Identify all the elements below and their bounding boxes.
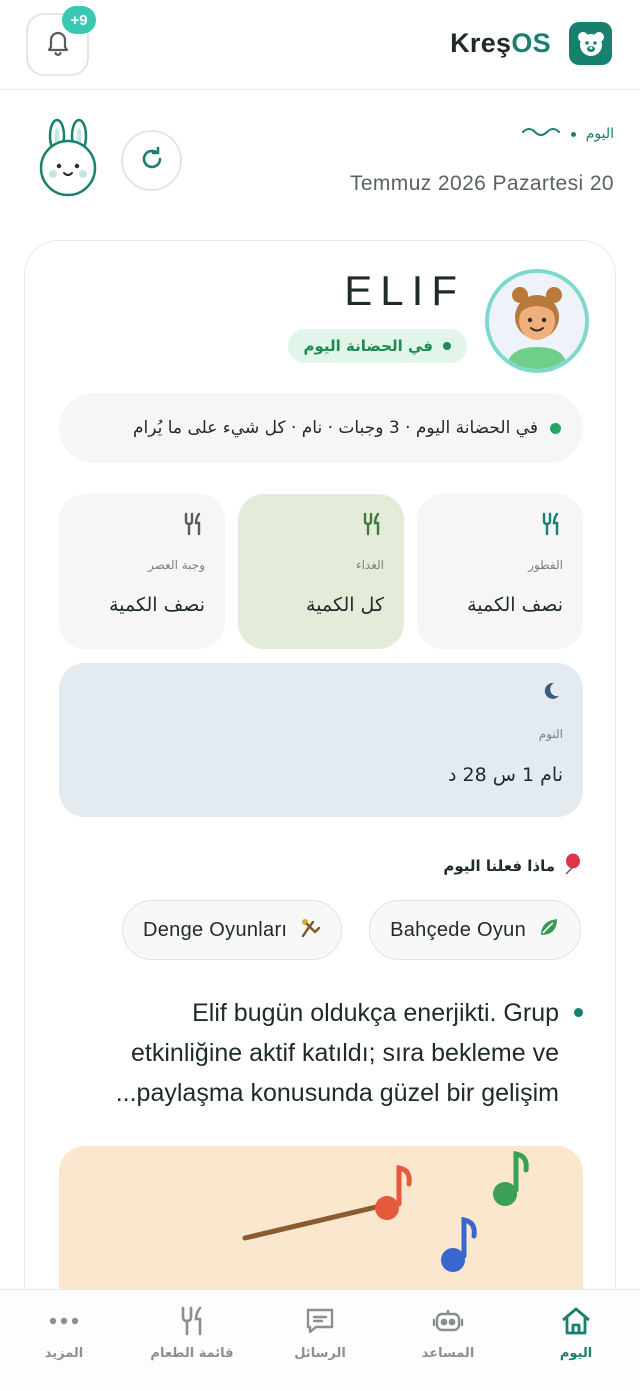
fork-knife-icon bbox=[183, 512, 203, 540]
summary-dot bbox=[550, 422, 561, 434]
meal-label: الفطور bbox=[528, 558, 563, 572]
activity-chip[interactable]: Denge Oyunları bbox=[122, 900, 343, 960]
meal-value: نصف الكمية bbox=[109, 594, 205, 616]
moon-icon bbox=[541, 681, 561, 705]
nav-item-assistant[interactable]: المساعد bbox=[384, 1290, 512, 1391]
child-summary-card: ELIF في الحضانة اليوم في الحضانة اليوم ·… bbox=[24, 240, 616, 1391]
bottom-nav: المزيد قائمة الطعام الرسائل المساعد اليو… bbox=[0, 1289, 640, 1391]
nav-item-messages[interactable]: الرسائل bbox=[256, 1290, 384, 1391]
nav-label: المزيد bbox=[44, 1346, 84, 1361]
activities-title: ماذا فعلنا اليوم bbox=[443, 853, 581, 879]
app-title: KreşOS bbox=[450, 28, 551, 58]
sleep-card[interactable]: النوم نام 1 س 28 د bbox=[59, 663, 583, 817]
top-bar: +9 KreşOS bbox=[0, 0, 640, 90]
fork-knife-icon bbox=[180, 1304, 204, 1338]
refresh-icon bbox=[138, 145, 166, 177]
status-dot bbox=[443, 342, 451, 350]
meal-card-breakfast[interactable]: الفطور نصف الكمية bbox=[417, 494, 583, 649]
fork-knife-icon bbox=[362, 512, 382, 540]
meal-label: الغداء bbox=[355, 558, 384, 572]
notification-count-badge: +9 bbox=[62, 6, 96, 34]
home-icon bbox=[560, 1304, 592, 1338]
refresh-button[interactable] bbox=[121, 130, 182, 191]
day-summary: في الحضانة اليوم · 3 وجبات · نام · كل شي… bbox=[59, 393, 583, 463]
cartwheel-icon bbox=[299, 916, 321, 944]
nav-item-menu[interactable]: قائمة الطعام bbox=[128, 1290, 256, 1391]
fork-knife-icon bbox=[541, 512, 561, 540]
child-avatar bbox=[485, 269, 589, 373]
today-label: اليوم bbox=[585, 126, 614, 142]
meal-card-snack[interactable]: وجبة العصر نصف الكمية bbox=[59, 494, 225, 649]
brand: KreşOS bbox=[450, 22, 612, 65]
activities-title-text: ماذا فعلنا اليوم bbox=[443, 857, 555, 875]
separator-dot bbox=[570, 131, 576, 137]
balloon-icon bbox=[563, 853, 581, 879]
meal-card-lunch[interactable]: الغداء كل الكمية bbox=[238, 494, 404, 649]
robot-icon bbox=[432, 1304, 464, 1338]
nav-item-today[interactable]: اليوم bbox=[512, 1290, 640, 1391]
teacher-note-text: Elif bugün oldukça enerjikti. Grup etkin… bbox=[115, 999, 559, 1107]
leaf-icon bbox=[538, 916, 560, 944]
meal-label: وجبة العصر bbox=[148, 558, 205, 572]
child-name: ELIF bbox=[344, 267, 465, 314]
nav-label: قائمة الطعام bbox=[150, 1346, 234, 1361]
summary-text: في الحضانة اليوم · 3 وجبات · نام · كل شي… bbox=[132, 418, 538, 438]
current-date: Temmuz 2026 Pazartesi 20 bbox=[349, 172, 614, 195]
note-dot bbox=[574, 1008, 583, 1017]
today-label-row: اليوم bbox=[521, 126, 614, 142]
more-dots-icon bbox=[48, 1304, 80, 1338]
nav-label: اليوم bbox=[559, 1346, 593, 1361]
meal-value: كل الكمية bbox=[306, 594, 384, 616]
status-badge: في الحضانة اليوم bbox=[287, 329, 467, 363]
nav-item-more[interactable]: المزيد bbox=[0, 1290, 128, 1391]
sleep-label: النوم bbox=[538, 727, 563, 741]
activity-chip-label: Bahçede Oyun bbox=[390, 918, 526, 941]
activity-chip-label: Denge Oyunları bbox=[143, 918, 288, 941]
teacher-note: Elif bugün oldukça enerjikti. Grup etkin… bbox=[75, 993, 583, 1113]
activity-chip[interactable]: Bahçede Oyun bbox=[369, 900, 581, 960]
message-icon bbox=[305, 1304, 335, 1338]
nav-label: الرسائل bbox=[294, 1346, 346, 1361]
nav-label: المساعد bbox=[421, 1346, 475, 1361]
bell-icon bbox=[45, 29, 71, 61]
meal-value: نصف الكمية bbox=[467, 594, 563, 616]
bear-logo-icon bbox=[569, 22, 612, 65]
wave-icon bbox=[521, 126, 561, 142]
sleep-value: نام 1 س 28 د bbox=[448, 764, 563, 786]
status-text: في الحضانة اليوم bbox=[303, 337, 433, 355]
bunny-mascot-icon bbox=[36, 118, 100, 198]
